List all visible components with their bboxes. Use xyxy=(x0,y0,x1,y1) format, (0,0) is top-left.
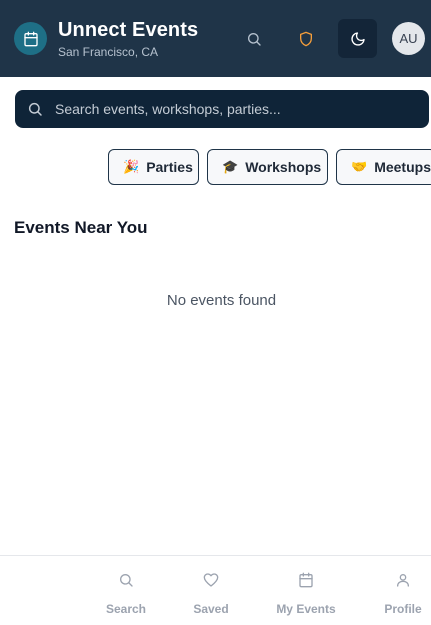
theme-toggle-button[interactable] xyxy=(338,19,377,58)
moon-icon xyxy=(350,31,365,46)
nav-item-label: Profile xyxy=(384,602,422,616)
graduation-cap-icon: 🎓 xyxy=(222,159,239,174)
app-root: Unnect Events San Francisco, CA AU � xyxy=(0,0,431,625)
calendar-icon xyxy=(299,572,313,588)
nav-item-label: Search xyxy=(105,602,147,616)
calendar-icon xyxy=(23,31,38,46)
location-label: San Francisco, CA xyxy=(58,45,159,59)
section-title: Events Near You xyxy=(14,218,148,237)
nav-item-label: My Events xyxy=(276,602,336,616)
search-icon xyxy=(120,574,133,587)
party-popper-icon: 🎉 xyxy=(123,159,140,174)
search-bar xyxy=(15,90,429,128)
nav-item-saved[interactable]: Saved xyxy=(171,556,251,625)
search-icon xyxy=(28,102,42,116)
logo-badge xyxy=(14,22,47,55)
nav-item-my-events[interactable]: My Events xyxy=(266,556,346,625)
nav-item-label: Saved xyxy=(193,602,229,616)
shield-icon xyxy=(299,31,312,46)
bottom-nav: Search Saved My Events Profile xyxy=(0,555,431,625)
header-search-button[interactable] xyxy=(234,19,273,58)
search-input[interactable] xyxy=(55,90,415,128)
category-chip-meetups[interactable]: 🤝 Meetups xyxy=(336,149,431,185)
category-chip-parties[interactable]: 🎉 Parties xyxy=(108,149,199,185)
nav-item-search[interactable]: Search xyxy=(86,556,166,625)
nav-item-profile[interactable]: Profile xyxy=(363,556,431,625)
empty-state-message: No events found xyxy=(166,292,277,309)
app-header: Unnect Events San Francisco, CA AU xyxy=(0,0,431,77)
heart-icon xyxy=(203,573,219,587)
handshake-icon: 🤝 xyxy=(351,159,368,174)
search-icon xyxy=(247,32,261,46)
user-avatar[interactable]: AU xyxy=(392,22,425,55)
user-icon xyxy=(397,574,409,587)
category-chip-label: Workshops xyxy=(245,159,322,175)
category-chip-label: Parties xyxy=(146,159,193,175)
admin-shield-button[interactable] xyxy=(286,19,325,58)
category-chip-workshops[interactable]: 🎓 Workshops xyxy=(207,149,328,185)
app-title: Unnect Events xyxy=(58,19,199,41)
category-chip-label: Meetups xyxy=(374,159,431,175)
